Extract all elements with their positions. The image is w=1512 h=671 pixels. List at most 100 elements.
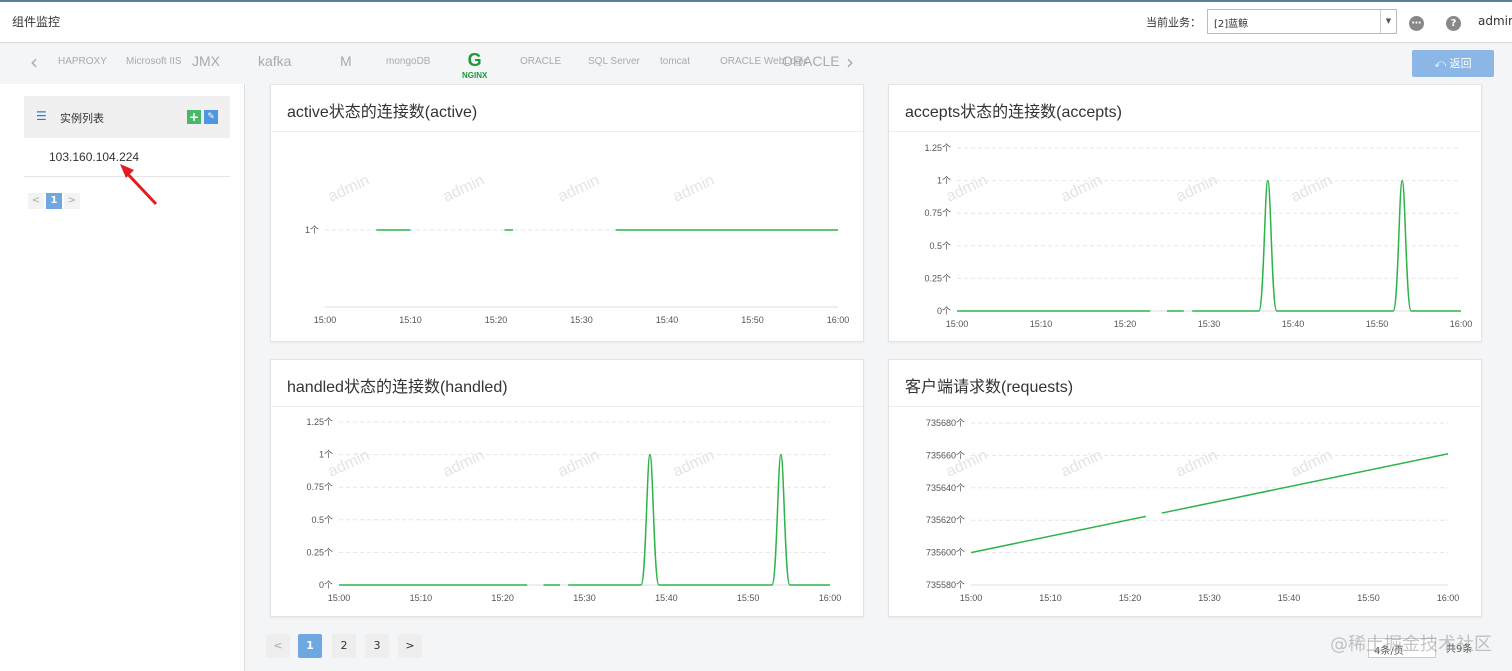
y-tick-label: 0.25个 [924, 273, 951, 283]
chart-handled-svg: admin admin admin admin0个0.25个0.5个0.75个1个1.… [306, 417, 842, 603]
y-tick-label: 0.25个 [306, 547, 333, 557]
chart-active-svg: admin admin admin admin 1个 15:00 15:10 15:20 15:… [305, 172, 850, 325]
y-tick-label: 735680个 [926, 418, 965, 428]
x-tick-label: 15:20 [491, 593, 514, 603]
site-watermark: @稀土掘金技术社区 [1330, 634, 1492, 655]
oracle-db-logo[interactable]: ORACLE [782, 53, 840, 69]
x-tick-label: 15:30 [573, 593, 596, 603]
instance-list-header: ☰ 实例列表 + ✎ [24, 96, 230, 138]
x-tick-label: 15:00 [960, 593, 983, 603]
chart-card-handled: handled状态的连接数(handled) admin admin admin ad… [270, 359, 864, 617]
y-tick-label: 0.5个 [311, 515, 333, 525]
pagination-prev-button[interactable]: < [266, 634, 290, 658]
x-tick-label: 15:40 [655, 593, 678, 603]
watermark-text: admin [1059, 172, 1106, 206]
app-title: 组件监控 [12, 15, 61, 29]
series-line [970, 453, 1449, 554]
x-tick-label: 15:50 [737, 593, 760, 603]
x-tick-label: 15:10 [399, 315, 422, 325]
business-select-value: [2]蓝鲸 [1214, 19, 1249, 30]
oracle-logo[interactable]: ORACLE [520, 56, 561, 67]
x-tick-label: 15:00 [328, 593, 351, 603]
nginx-logo[interactable]: G NGINX [462, 50, 487, 80]
x-tick-label: 15:30 [1198, 319, 1221, 329]
x-tick-label: 16:00 [827, 315, 850, 325]
x-tick-label: 15:40 [1278, 593, 1301, 603]
add-instance-button[interactable]: + [187, 110, 201, 124]
watermark-text: admin [556, 447, 603, 481]
x-tick-label: 15:40 [1282, 319, 1305, 329]
x-tick-label: 15:10 [410, 593, 433, 603]
x-tick-label: 15:50 [1357, 593, 1380, 603]
tomcat-logo[interactable]: tomcat [660, 56, 690, 67]
back-button-label: 返回 [1449, 57, 1472, 70]
pagination-next-button[interactable]: > [398, 634, 422, 658]
chart-card-active: active状态的连接数(active) admin admin admin admi… [270, 84, 864, 342]
mongodb-logo[interactable]: mongoDB [386, 56, 430, 67]
watermark-text: admin [671, 447, 718, 481]
watermark-text: admin [1289, 172, 1336, 206]
y-tick-label: 0个 [319, 580, 333, 590]
help-icon[interactable]: ? [1446, 16, 1461, 31]
y-tick-label: 1个 [319, 450, 333, 460]
watermark-text: admin [1289, 447, 1336, 481]
x-tick-label: 15:20 [485, 315, 508, 325]
chevron-right-icon[interactable]: › [846, 50, 854, 74]
chart-requests-svg: admin admin admin admin735580个735600个735620… [926, 418, 1460, 603]
x-tick-label: 15:00 [946, 319, 969, 329]
component-logo-strip: ‹ HAPROXY Microsoft IIS JMX kafka M mong… [22, 48, 862, 80]
instance-list-title: 实例列表 [60, 112, 104, 125]
chart-accepts-svg: admin admin admin admin0个0.25个0.5个0.75个1个1.… [924, 143, 1473, 329]
x-tick-label: 15:50 [741, 315, 764, 325]
y-tick-label: 0.75个 [306, 482, 333, 492]
x-tick-label: 15:30 [1198, 593, 1221, 603]
x-tick-label: 15:40 [656, 315, 679, 325]
y-tick-label: 0.5个 [929, 241, 951, 251]
pager-page-1[interactable]: 1 [46, 193, 62, 209]
jmx-logo[interactable]: JMX [192, 53, 220, 69]
x-tick-label: 15:10 [1039, 593, 1062, 603]
x-tick-label: 15:20 [1119, 593, 1142, 603]
user-name[interactable]: admin [1478, 14, 1512, 28]
list-icon: ☰ [36, 109, 47, 123]
y-tick-label: 735640个 [926, 483, 965, 493]
y-tick-label: 0.75个 [924, 208, 951, 218]
y-tick-label: 735620个 [926, 515, 965, 525]
chart-title: handled状态的连接数(handled) [287, 379, 508, 396]
haproxy-logo[interactable]: HAPROXY [58, 56, 107, 67]
y-tick-label: 1个 [305, 225, 319, 235]
more-icon[interactable]: ⋯ [1409, 16, 1424, 31]
instance-pager: <1 > [28, 188, 82, 209]
pagination-page-1[interactable]: 1 [298, 634, 322, 658]
memcached-logo[interactable]: M [340, 53, 352, 69]
watermark-text: admin [671, 172, 718, 206]
chart-card-accepts: accepts状态的连接数(accepts) admin admin admin ad… [888, 84, 1482, 342]
pagination-page-3[interactable]: 3 [365, 634, 389, 658]
watermark-text: admin [1059, 447, 1106, 481]
x-tick-label: 15:00 [314, 315, 337, 325]
edit-instance-button[interactable]: ✎ [204, 110, 218, 124]
x-tick-label: 15:20 [1114, 319, 1137, 329]
chart-title: accepts状态的连接数(accepts) [905, 104, 1122, 121]
pager-prev-button[interactable]: < [28, 193, 44, 209]
back-button[interactable]: ⤺ 返回 [1412, 50, 1494, 77]
pager-next-button[interactable]: > [64, 193, 80, 209]
y-tick-label: 1.25个 [306, 417, 333, 427]
y-tick-label: 735600个 [926, 548, 965, 558]
chevron-left-icon[interactable]: ‹ [30, 50, 38, 74]
x-tick-label: 16:00 [1437, 593, 1460, 603]
business-select[interactable]: [2]蓝鲸 ▼ [1207, 9, 1397, 34]
x-tick-label: 16:00 [1450, 319, 1473, 329]
chart-title: 客户端请求数(requests) [905, 379, 1074, 396]
chart-card-requests: 客户端请求数(requests) admin admin admin admin 735… [888, 359, 1482, 617]
y-tick-label: 735580个 [926, 580, 965, 590]
kafka-logo[interactable]: kafka [258, 53, 291, 69]
nginx-logo-text: NGINX [462, 71, 488, 80]
chevron-down-icon: ▼ [1380, 10, 1396, 33]
iis-logo[interactable]: Microsoft IIS [126, 56, 182, 67]
y-tick-label: 1个 [937, 176, 951, 186]
sqlserver-logo[interactable]: SQL Server [588, 56, 640, 67]
pagination-page-2[interactable]: 2 [332, 634, 356, 658]
x-tick-label: 16:00 [819, 593, 842, 603]
chart-title: active状态的连接数(active) [287, 104, 478, 121]
